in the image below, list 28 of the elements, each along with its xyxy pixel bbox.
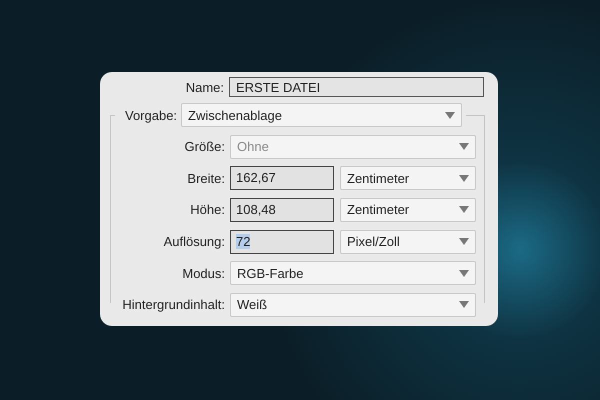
unit-dropdown[interactable]: Zentimeter — [340, 166, 476, 190]
caret-icon — [445, 112, 456, 118]
field-label: Auflösung: — [162, 234, 226, 250]
field-label: Größe: — [184, 139, 226, 154]
name-label: Name: — [184, 80, 225, 94]
field-value: 162,67 — [236, 170, 276, 186]
preset-label: Vorgabe: — [125, 108, 178, 122]
field-label: Modus: — [181, 266, 226, 281]
caret-icon — [459, 143, 469, 150]
caret-icon — [459, 301, 469, 308]
field-label: Höhe: — [189, 202, 226, 218]
field-value: 72 — [236, 234, 250, 249]
field-label: Breite: — [186, 170, 226, 186]
number-input[interactable]: 72 — [230, 230, 334, 254]
dropdown[interactable]: Weiß — [230, 292, 476, 317]
name-input[interactable]: ERSTE DATEI — [229, 77, 484, 97]
caret-icon — [459, 206, 469, 214]
caret-icon — [459, 270, 469, 277]
caret-icon — [459, 174, 469, 182]
caret-icon — [459, 238, 469, 246]
unit-dropdown[interactable]: Pixel/Zoll — [340, 230, 476, 254]
dropdown[interactable]: RGB-Farbe — [230, 261, 476, 286]
preset-dropdown[interactable]: Zwischenablage — [181, 103, 462, 127]
number-input[interactable]: 108,48 — [230, 198, 334, 222]
unit-dropdown[interactable]: Zentimeter — [340, 198, 476, 222]
field-value: 108,48 — [236, 202, 276, 217]
number-input[interactable]: 162,67 — [230, 166, 334, 190]
field-label: Hintergrundinhalt: — [121, 297, 226, 312]
